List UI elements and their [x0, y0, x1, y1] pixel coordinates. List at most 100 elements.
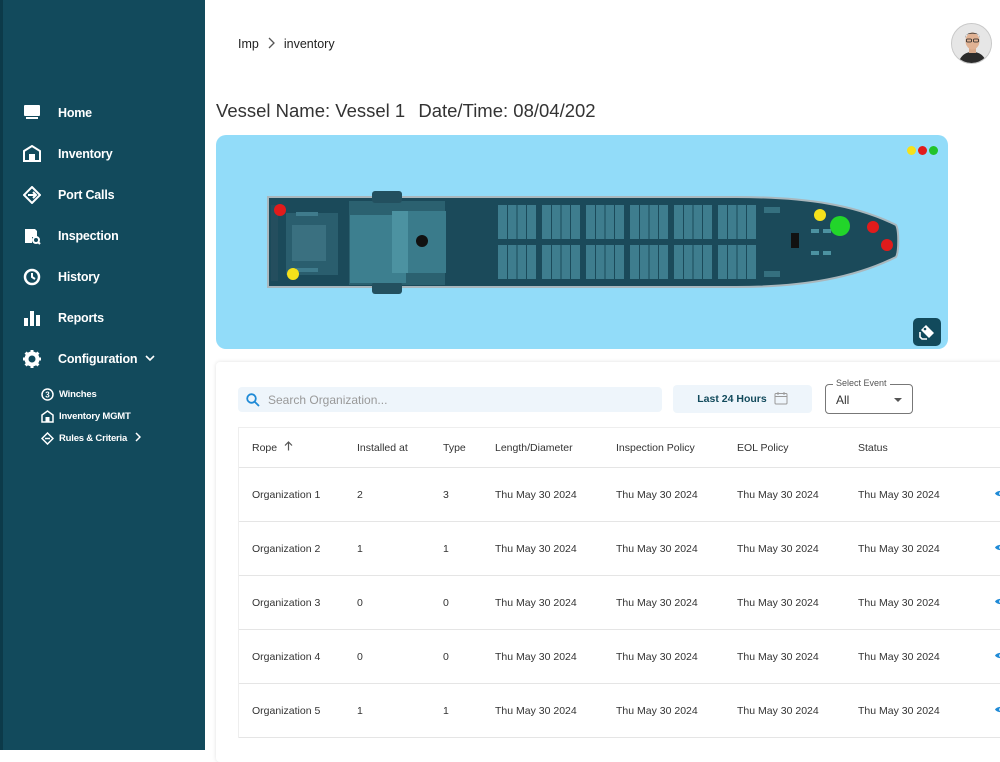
cell-eol-policy: Thu May 30 2024: [737, 650, 819, 663]
cell-status: Thu May 30 2024: [858, 704, 940, 717]
hatch-divider: [570, 245, 571, 279]
sidebar-item-label: History: [58, 269, 100, 284]
cell-rope: Organization 5: [252, 704, 321, 717]
view-icon[interactable]: [994, 489, 1000, 501]
hatch-divider: [595, 205, 596, 239]
hatch-divider: [727, 205, 728, 239]
sort-ascending-icon[interactable]: [281, 441, 293, 454]
sidebar-subitem-inventory-mgmt[interactable]: Inventory MGMT: [40, 405, 205, 427]
breadcrumb-root[interactable]: Imp: [238, 37, 259, 51]
time-range-button[interactable]: Last 24 Hours: [673, 385, 812, 413]
time-range-label: Last 24 Hours: [697, 393, 767, 405]
cell-status: Thu May 30 2024: [858, 650, 940, 663]
cell-inspection-policy: Thu May 30 2024: [616, 542, 698, 555]
table-row[interactable]: Organization 1 2 3 Thu May 30 2024 Thu May 3…: [239, 468, 1000, 522]
column-header-eol-policy[interactable]: EOL Policy: [737, 442, 858, 454]
hatch-divider: [570, 205, 571, 239]
dropdown-arrow-icon: [894, 398, 902, 402]
configuration-submenu: 3 Winches Inventory MGMT Rules & Criteri…: [0, 383, 205, 449]
column-header-length-diameter[interactable]: Length/Diameter: [495, 442, 616, 454]
sidebar-item-inspection[interactable]: Inspection: [0, 215, 205, 256]
view-icon[interactable]: [994, 705, 1000, 717]
chevron-right-icon[interactable]: [135, 431, 142, 445]
cell-type: 3: [443, 488, 449, 501]
hatch-divider: [639, 245, 640, 279]
sidebar-item-label: Inspection: [58, 228, 119, 243]
monitor-icon: [22, 103, 42, 123]
column-header-inspection-policy[interactable]: Inspection Policy: [616, 442, 737, 454]
cell-status: Thu May 30 2024: [858, 542, 940, 555]
view-icon[interactable]: [994, 543, 1000, 555]
hatch-divider: [516, 245, 518, 279]
hatch-divider: [604, 205, 606, 239]
hatch-divider: [658, 205, 659, 239]
column-header-installed-at[interactable]: Installed at: [357, 442, 443, 454]
cell-eol-policy: Thu May 30 2024: [737, 704, 819, 717]
view-icon[interactable]: [994, 597, 1000, 609]
avatar[interactable]: [951, 23, 992, 64]
route-icon: [40, 431, 54, 445]
sidebar-item-history[interactable]: History: [0, 256, 205, 297]
cell-rope: Organization 2: [252, 542, 321, 555]
hatch-divider: [702, 205, 703, 239]
cell-length-diameter: Thu May 30 2024: [495, 704, 577, 717]
table-row[interactable]: Organization 2 1 1 Thu May 30 2024 Thu May 3…: [239, 522, 1000, 576]
cell-installed-at: 0: [357, 596, 363, 609]
inspection-icon: [22, 226, 42, 246]
hatch-divider: [692, 245, 694, 279]
select-event-label: Select Event: [833, 378, 890, 388]
hatch-divider: [746, 205, 747, 239]
hatch-divider: [639, 205, 640, 239]
column-header-type[interactable]: Type: [443, 442, 495, 454]
cell-eol-policy: Thu May 30 2024: [737, 596, 819, 609]
edit-layout-button[interactable]: [913, 318, 941, 346]
hatch-divider: [683, 205, 684, 239]
cell-type: 0: [443, 650, 449, 663]
table-row[interactable]: Organization 4 0 0 Thu May 30 2024 Thu May 3…: [239, 630, 1000, 684]
cell-rope: Organization 4: [252, 650, 321, 663]
sidebar-item-home[interactable]: Home: [0, 92, 205, 133]
cell-length-diameter: Thu May 30 2024: [495, 596, 577, 609]
chevron-right-icon: [268, 36, 275, 52]
tag-icon: [919, 325, 934, 340]
sidebar-item-label: Port Calls: [58, 187, 115, 202]
table-row[interactable]: Organization 5 1 1 Thu May 30 2024 Thu May 3…: [239, 684, 1000, 738]
column-header-rope[interactable]: Rope: [239, 441, 357, 454]
view-icon[interactable]: [994, 651, 1000, 663]
breadcrumb-current: inventory: [283, 37, 335, 51]
hatch-divider: [614, 205, 615, 239]
table-row[interactable]: Organization 3 0 0 Thu May 30 2024 Thu May 3…: [239, 576, 1000, 630]
bar-chart-icon: [22, 308, 42, 328]
sidebar-item-inventory[interactable]: Inventory: [0, 133, 205, 174]
hatch-divider: [507, 205, 508, 239]
select-event-dropdown[interactable]: Select Event All: [825, 378, 913, 414]
search-box[interactable]: [238, 387, 662, 412]
search-input[interactable]: [268, 392, 648, 407]
hatch-divider: [560, 245, 562, 279]
sidebar-subitem-winches[interactable]: 3 Winches: [40, 383, 205, 405]
hatch-divider: [658, 245, 659, 279]
cell-length-diameter: Thu May 30 2024: [495, 488, 577, 501]
hatch-divider: [560, 205, 562, 239]
sidebar-subitem-label: Winches: [59, 388, 97, 400]
cell-inspection-policy: Thu May 30 2024: [616, 488, 698, 501]
hatch-divider: [692, 205, 694, 239]
sidebar-item-configuration[interactable]: Configuration: [0, 338, 205, 379]
calendar-icon: [774, 391, 788, 408]
sidebar-item-label: Home: [58, 105, 92, 120]
hatch-divider: [746, 245, 747, 279]
cell-length-diameter: Thu May 30 2024: [495, 650, 577, 663]
hatch-divider: [648, 245, 650, 279]
column-header-status[interactable]: Status: [858, 442, 994, 454]
sidebar-item-port-calls[interactable]: Port Calls: [0, 174, 205, 215]
sidebar-item-reports[interactable]: Reports: [0, 297, 205, 338]
breadcrumb: Imp inventory: [238, 36, 335, 52]
sidebar-subitem-rules-criteria[interactable]: Rules & Criteria: [40, 427, 205, 449]
vessel-datetime: Date/Time: 08/04/202: [418, 100, 596, 121]
route-icon: [22, 185, 42, 205]
cell-inspection-policy: Thu May 30 2024: [616, 596, 698, 609]
sidebar: Home Inventory Port Calls Inspection His…: [0, 0, 205, 750]
sidebar-nav: Home Inventory Port Calls Inspection His…: [0, 92, 205, 449]
hatch-divider: [736, 205, 738, 239]
sidebar-subitem-label: Rules & Criteria: [59, 432, 128, 444]
